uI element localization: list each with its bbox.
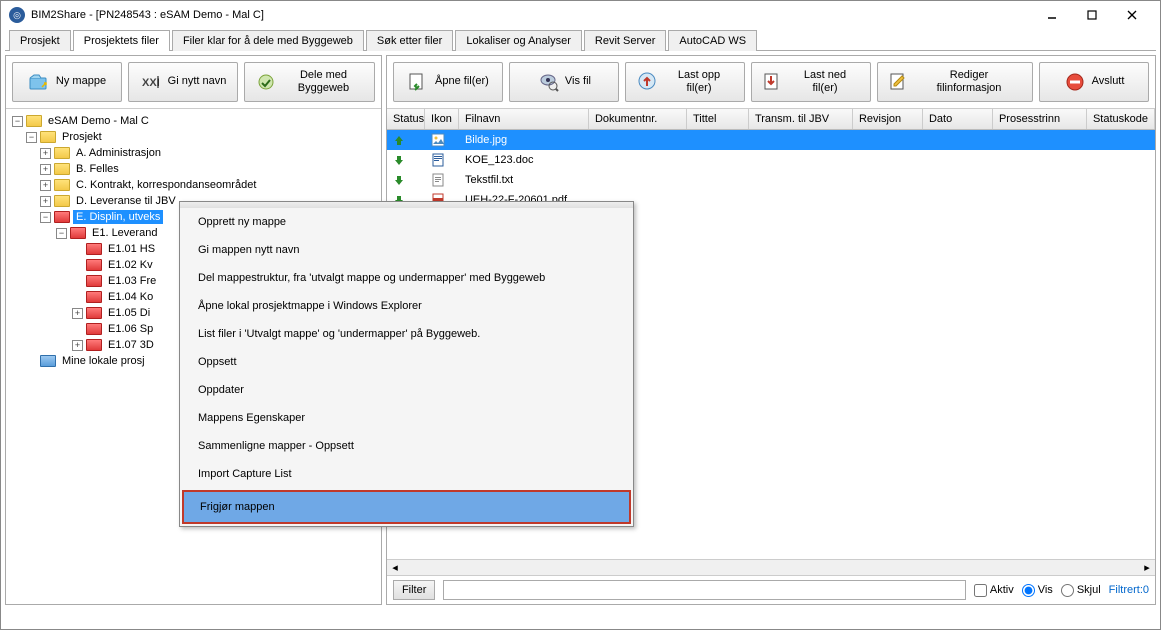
filter-label: Filter — [393, 580, 435, 600]
share-icon — [255, 71, 277, 93]
filter-skjul-radio[interactable]: Skjul — [1061, 584, 1101, 597]
col-date[interactable]: Dato — [923, 109, 993, 129]
tab-lokaliser[interactable]: Lokaliser og Analyser — [455, 30, 582, 51]
download-button[interactable]: Last ned fil(er) — [751, 62, 871, 102]
close-button[interactable] — [1112, 4, 1152, 26]
menu-create-folder[interactable]: Opprett ny mappe — [180, 208, 633, 236]
tab-autocad[interactable]: AutoCAD WS — [668, 30, 757, 51]
tree-folder[interactable]: +B. Felles — [8, 161, 379, 177]
rename-button[interactable]: XXI Gi nytt navn — [128, 62, 238, 102]
file-grid-body: Bilde.jpg KOE_123.doc Tekstfil.txt UEH-2… — [387, 130, 1155, 210]
scroll-right-icon[interactable]: ▸ — [1139, 561, 1155, 575]
tree-folder[interactable]: +C. Kontrakt, korrespondanseområdet — [8, 177, 379, 193]
title-bar: ◎ BIM2Share - [PN248543 : eSAM Demo - Ma… — [1, 1, 1160, 29]
window-title: BIM2Share - [PN248543 : eSAM Demo - Mal … — [31, 9, 1032, 21]
menu-compare[interactable]: Sammenligne mapper - Oppsett — [180, 432, 633, 460]
edit-icon — [888, 71, 910, 93]
file-row[interactable]: Tekstfil.txt — [387, 170, 1155, 190]
close-icon — [1064, 71, 1086, 93]
file-name: Bilde.jpg — [459, 134, 589, 146]
open-file-button[interactable]: Åpne fil(er) — [393, 62, 503, 102]
menu-setup[interactable]: Oppsett — [180, 348, 633, 376]
download-icon — [762, 71, 784, 93]
file-name: KOE_123.doc — [459, 154, 589, 166]
col-rev[interactable]: Revisjon — [853, 109, 923, 129]
filter-vis-radio[interactable]: Vis — [1022, 584, 1053, 597]
tab-revit[interactable]: Revit Server — [584, 30, 667, 51]
open-file-icon — [407, 71, 429, 93]
app-icon: ◎ — [9, 7, 25, 23]
filter-active-checkbox[interactable]: Aktiv — [974, 584, 1014, 597]
col-trans[interactable]: Transm. til JBV — [749, 109, 853, 129]
rename-icon: XXI — [140, 71, 162, 93]
col-filename[interactable]: Filnavn — [459, 109, 589, 129]
close-button-tb[interactable]: Avslutt — [1039, 62, 1149, 102]
filter-input[interactable] — [443, 580, 965, 600]
file-type-doc-icon — [425, 153, 459, 167]
menu-properties[interactable]: Mappens Egenskaper — [180, 404, 633, 432]
file-grid-header: Status Ikon Filnavn Dokumentnr. Tittel T… — [387, 109, 1155, 130]
main-tabs: Prosjekt Prosjektets filer Filer klar fo… — [5, 29, 1156, 51]
menu-list-files[interactable]: List filer i 'Utvalgt mappe' og 'underma… — [180, 320, 633, 348]
file-row[interactable]: Bilde.jpg — [387, 130, 1155, 150]
tab-sok[interactable]: Søk etter filer — [366, 30, 453, 51]
menu-release-folder[interactable]: Frigjør mappen — [182, 490, 631, 524]
tree-root[interactable]: −eSAM Demo - Mal C — [8, 113, 379, 129]
col-icon[interactable]: Ikon — [425, 109, 459, 129]
tree-folder[interactable]: +A. Administrasjon — [8, 145, 379, 161]
view-file-button[interactable]: Vis fil — [509, 62, 619, 102]
file-row[interactable]: KOE_123.doc — [387, 150, 1155, 170]
scroll-left-icon[interactable]: ◂ — [387, 561, 403, 575]
upload-button[interactable]: Last opp fil(er) — [625, 62, 745, 102]
menu-import-capture[interactable]: Import Capture List — [180, 460, 633, 488]
status-up-icon — [387, 134, 425, 146]
horizontal-scrollbar[interactable]: ◂ ▸ — [387, 559, 1155, 575]
col-title[interactable]: Tittel — [687, 109, 749, 129]
filter-bar: Filter Aktiv Vis Skjul Filtrert:0 — [387, 575, 1155, 604]
view-file-icon — [537, 71, 559, 93]
tab-filer-klar[interactable]: Filer klar for å dele med Byggeweb — [172, 30, 364, 51]
col-statuscode[interactable]: Statuskode — [1087, 109, 1155, 129]
status-down-icon — [387, 174, 425, 186]
edit-info-button[interactable]: Rediger filinformasjon — [877, 62, 1033, 102]
menu-refresh[interactable]: Oppdater — [180, 376, 633, 404]
tab-prosjekt[interactable]: Prosjekt — [9, 30, 71, 51]
file-type-txt-icon — [425, 173, 459, 187]
status-down-icon — [387, 154, 425, 166]
file-type-image-icon — [425, 133, 459, 147]
share-button[interactable]: Dele med Byggeweb — [244, 62, 375, 102]
upload-icon — [636, 71, 658, 93]
filter-count: Filtrert:0 — [1109, 584, 1149, 596]
new-folder-icon — [28, 71, 50, 93]
maximize-button[interactable] — [1072, 4, 1112, 26]
new-folder-button[interactable]: Ny mappe — [12, 62, 122, 102]
menu-rename-folder[interactable]: Gi mappen nytt navn — [180, 236, 633, 264]
tab-prosjektets-filer[interactable]: Prosjektets filer — [73, 30, 170, 51]
col-status[interactable]: Status — [387, 109, 425, 129]
tree-project[interactable]: −Prosjekt — [8, 129, 379, 145]
folder-context-menu: Opprett ny mappe Gi mappen nytt navn Del… — [179, 201, 634, 527]
file-name: Tekstfil.txt — [459, 174, 589, 186]
menu-share-structure[interactable]: Del mappestruktur, fra 'utvalgt mappe og… — [180, 264, 633, 292]
menu-open-explorer[interactable]: Åpne lokal prosjektmappe i Windows Explo… — [180, 292, 633, 320]
col-doknr[interactable]: Dokumentnr. — [589, 109, 687, 129]
svg-text:XXI: XXI — [142, 77, 160, 89]
col-proc[interactable]: Prosesstrinn — [993, 109, 1087, 129]
minimize-button[interactable] — [1032, 4, 1072, 26]
